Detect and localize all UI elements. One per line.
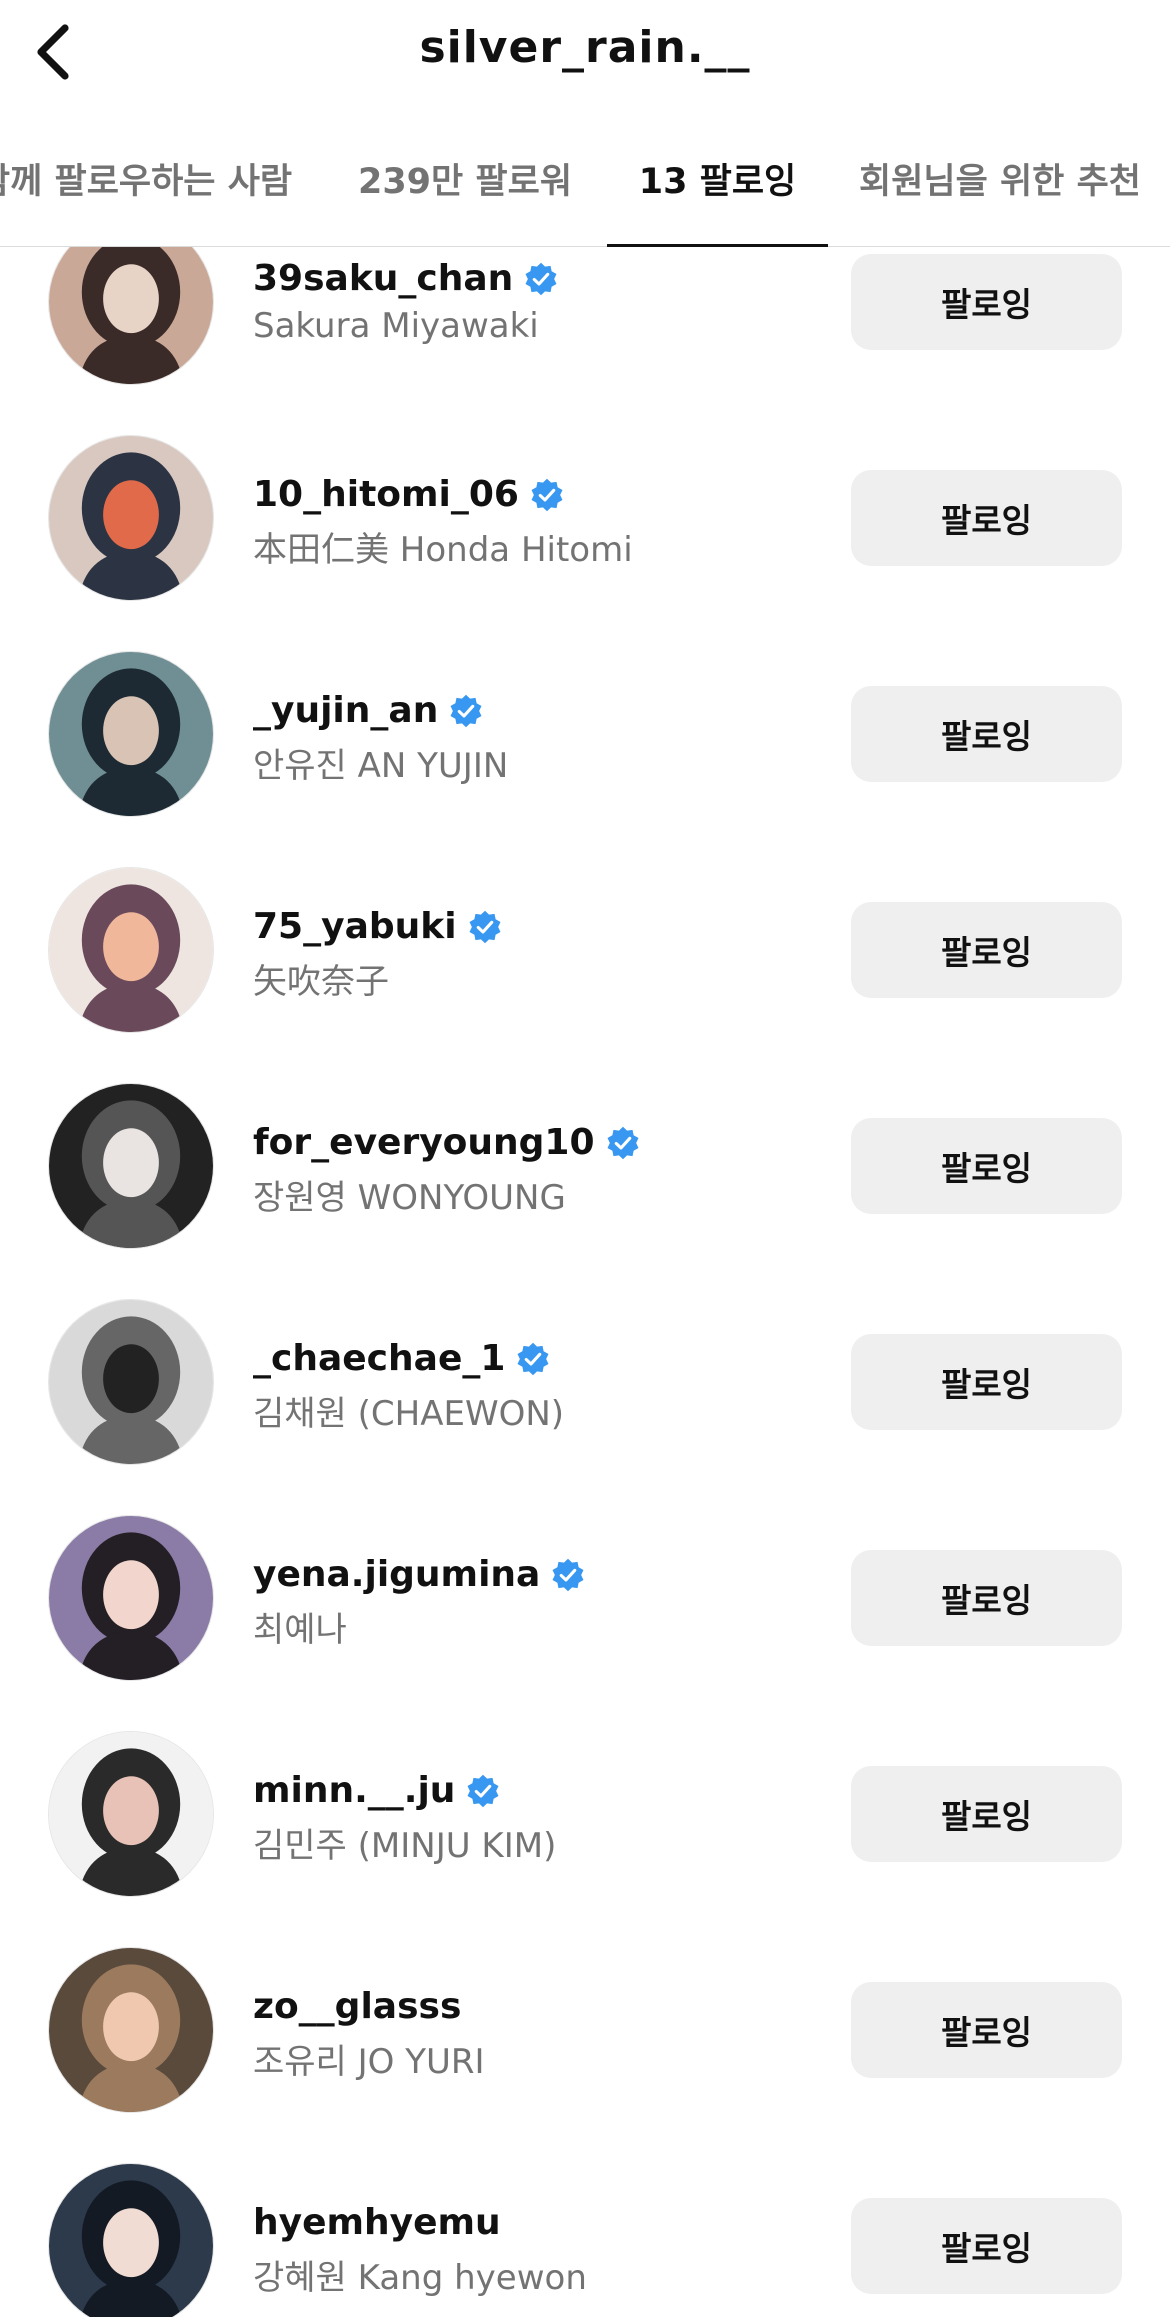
avatar[interactable] <box>48 247 214 385</box>
username-text: 39saku_chan <box>253 258 514 299</box>
following-button[interactable]: 팔로잉 <box>851 254 1122 350</box>
following-button[interactable]: 팔로잉 <box>851 902 1122 998</box>
list-item[interactable]: for_everyoung10 장원영 WONYOUNG 팔로잉 <box>0 1058 1170 1274</box>
verified-badge-icon <box>448 693 484 729</box>
list-item[interactable]: _yujin_an 안유진 AN YUJIN 팔로잉 <box>0 626 1170 842</box>
username-text: minn.__.ju <box>253 1770 456 1811</box>
following-list: 39saku_chan Sakura Miyawaki 팔로잉 10_hitomi_0… <box>0 247 1170 2317</box>
following-button[interactable]: 팔로잉 <box>851 1550 1122 1646</box>
list-item[interactable]: minn.__.ju 김민주 (MINJU KIM) 팔로잉 <box>0 1706 1170 1922</box>
username[interactable]: yena.jigumina <box>253 1554 586 1595</box>
full-name: 장원영 WONYOUNG <box>253 1178 566 1218</box>
full-name: 김채원 (CHAEWON) <box>253 1394 565 1434</box>
username-text: _chaechae_1 <box>253 1338 506 1379</box>
username[interactable]: _chaechae_1 <box>253 1338 551 1379</box>
list-item[interactable]: zo__glasss 조유리 JO YURI 팔로잉 <box>0 1922 1170 2138</box>
profile-photo-icon <box>49 436 213 600</box>
verified-badge-icon <box>605 1125 641 1161</box>
following-button[interactable]: 팔로잉 <box>851 1334 1122 1430</box>
avatar[interactable] <box>48 1299 214 1465</box>
verified-badge-icon <box>467 909 503 945</box>
username[interactable]: hyemhyemu <box>253 2202 501 2243</box>
following-button[interactable]: 팔로잉 <box>851 1982 1122 2078</box>
following-button[interactable]: 팔로잉 <box>851 686 1122 782</box>
username[interactable]: 39saku_chan <box>253 258 559 299</box>
tab-suggested[interactable]: 회원님을 위한 추천 <box>850 110 1150 246</box>
avatar[interactable] <box>48 867 214 1033</box>
profile-photo-icon <box>49 1516 213 1680</box>
list-item[interactable]: hyemhyemu 강혜원 Kang hyewon 팔로잉 <box>0 2138 1170 2317</box>
username[interactable]: 75_yabuki <box>253 906 503 947</box>
profile-photo-icon <box>49 1084 213 1248</box>
full-name: 조유리 JO YURI <box>253 2042 485 2082</box>
avatar[interactable] <box>48 1947 214 2113</box>
verified-badge-icon <box>515 1341 551 1377</box>
profile-photo-icon <box>49 1948 213 2112</box>
following-button[interactable]: 팔로잉 <box>851 1766 1122 1862</box>
full-name: 矢吹奈子 <box>253 962 389 1002</box>
avatar[interactable] <box>48 1731 214 1897</box>
verified-badge-icon <box>550 1557 586 1593</box>
avatar[interactable] <box>48 435 214 601</box>
verified-badge-icon <box>523 261 559 297</box>
username-text: hyemhyemu <box>253 2202 501 2243</box>
top-bar: silver_rain.__ <box>0 0 1170 110</box>
username[interactable]: for_everyoung10 <box>253 1122 641 1163</box>
username-text: zo__glasss <box>253 1986 462 2027</box>
verified-badge-icon <box>529 477 565 513</box>
profile-photo-icon <box>49 1732 213 1896</box>
tab-mutual-followers[interactable]: 함께 팔로우하는 사람 <box>0 110 292 246</box>
following-button[interactable]: 팔로잉 <box>851 470 1122 566</box>
profile-photo-icon <box>49 652 213 816</box>
avatar[interactable] <box>48 1515 214 1681</box>
avatar[interactable] <box>48 1083 214 1249</box>
list-item[interactable]: 75_yabuki 矢吹奈子 팔로잉 <box>0 842 1170 1058</box>
full-name: Sakura Miyawaki <box>253 306 539 346</box>
full-name: 최예나 <box>253 1610 347 1650</box>
profile-photo-icon <box>49 2164 213 2317</box>
full-name: 김민주 (MINJU KIM) <box>253 1826 557 1866</box>
tab-following[interactable]: 13 팔로잉 <box>607 110 828 247</box>
profile-photo-icon <box>49 868 213 1032</box>
username[interactable]: zo__glasss <box>253 1986 461 2027</box>
full-name: 안유진 AN YUJIN <box>253 746 509 786</box>
full-name: 강혜원 Kang hyewon <box>253 2258 587 2298</box>
avatar[interactable] <box>48 2163 214 2317</box>
tab-followers[interactable]: 239만 팔로워 <box>345 110 585 246</box>
tab-bar: 함께 팔로우하는 사람 239만 팔로워 13 팔로잉 회원님을 위한 추천 <box>0 110 1170 247</box>
profile-photo-icon <box>49 247 213 384</box>
username[interactable]: minn.__.ju <box>253 1770 501 1811</box>
profile-photo-icon <box>49 1300 213 1464</box>
page-title: silver_rain.__ <box>419 22 751 73</box>
list-item[interactable]: _chaechae_1 김채원 (CHAEWON) 팔로잉 <box>0 1274 1170 1490</box>
list-item[interactable]: 10_hitomi_06 本田仁美 Honda Hitomi 팔로잉 <box>0 410 1170 626</box>
username[interactable]: 10_hitomi_06 <box>253 474 565 515</box>
list-item[interactable]: 39saku_chan Sakura Miyawaki 팔로잉 <box>0 247 1170 410</box>
full-name: 本田仁美 Honda Hitomi <box>253 530 633 570</box>
username-text: 10_hitomi_06 <box>253 474 519 515</box>
username-text: 75_yabuki <box>253 906 457 947</box>
list-item[interactable]: yena.jigumina 최예나 팔로잉 <box>0 1490 1170 1706</box>
username-text: _yujin_an <box>253 690 439 731</box>
username[interactable]: _yujin_an <box>253 690 484 731</box>
verified-badge-icon <box>465 1773 501 1809</box>
username-text: yena.jigumina <box>253 1554 541 1595</box>
username-text: for_everyoung10 <box>253 1122 595 1163</box>
following-button[interactable]: 팔로잉 <box>851 2198 1122 2294</box>
following-button[interactable]: 팔로잉 <box>851 1118 1122 1214</box>
avatar[interactable] <box>48 651 214 817</box>
